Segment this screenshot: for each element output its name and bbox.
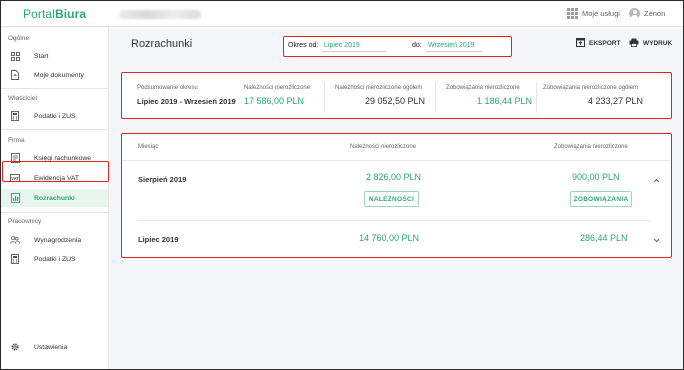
user-menu[interactable]: Zenon	[629, 8, 665, 19]
summary-receivables: Należności nierozliczone 17 586,00 PLN	[244, 85, 310, 106]
active-item-highlight	[2, 161, 109, 182]
app-logo[interactable]: PortalBiura	[23, 7, 86, 21]
summary-receivables-total-value: 29 052,50 PLN	[364, 96, 425, 106]
sidebar-item-start[interactable]: Start	[1, 47, 108, 65]
summary-liabilities-total-value: 4 233,27 PLN	[587, 96, 643, 106]
print-label: WYDRUK	[643, 40, 673, 47]
sidebar-divider	[1, 129, 108, 130]
export-icon	[576, 38, 585, 49]
row-month: Sierpień 2019	[138, 175, 187, 184]
sidebar-item-label: Moje dokumenty	[34, 71, 84, 79]
table-header-divider	[122, 160, 670, 161]
print-icon	[629, 38, 639, 49]
summary-liabilities: Zobowiązania nierozliczone 1 186,44 PLN	[446, 85, 532, 106]
export-label: EKSPORT	[589, 40, 621, 47]
period-to-select[interactable]: Wrzesień 2019	[428, 42, 475, 49]
calculator-icon	[10, 111, 20, 121]
summary-liabilities-total-title: Zobowiązania nierozliczone ogółem	[543, 85, 639, 91]
page-title: Rozrachunki	[131, 38, 193, 50]
sidebar-item-label: Rozrachunki	[34, 194, 75, 202]
summary-period: Podsumowanie okresu Lipiec 2019 - Wrzesi…	[137, 85, 236, 106]
chevron-up-icon[interactable]	[652, 176, 660, 184]
people-icon	[10, 235, 20, 245]
home-icon	[10, 51, 20, 61]
my-services-button[interactable]: Moje usługi	[567, 8, 620, 19]
period-from-underline	[322, 51, 386, 52]
summary-receivables-value: 17 586,00 PLN	[244, 96, 305, 106]
sidebar-item-label: Podatki i ZUS	[34, 112, 76, 120]
column-header-liabilities: Zobowiązania nierozliczone	[554, 144, 628, 150]
summary-receivables-total: Należności nierozliczone ogółem 29 052,5…	[335, 85, 425, 106]
column-header-receivables: Należności nierozliczone	[350, 144, 417, 150]
sidebar: Ogólne Start Moje dokumenty Właściciel P…	[1, 28, 109, 369]
sidebar-item-my-documents[interactable]: Moje dokumenty	[1, 66, 108, 84]
summary-liabilities-value: 1 186,44 PLN	[476, 96, 532, 106]
period-from-label: Okres od:	[288, 42, 319, 49]
sidebar-item-label: Start	[34, 52, 49, 60]
sidebar-section-owner: Właściciel	[8, 95, 37, 102]
summary-receivables-title: Należności nierozliczone	[244, 85, 311, 91]
summary-divider	[324, 82, 325, 113]
period-to-label: do:	[412, 42, 422, 49]
period-to-underline	[426, 51, 482, 52]
sidebar-item-owner-taxes[interactable]: Podatki i ZUS	[1, 107, 108, 125]
summary-divider	[536, 82, 537, 113]
logo-text-portal: Portal	[23, 7, 55, 21]
summary-divider	[435, 82, 436, 113]
column-header-month: Miesiąc	[138, 144, 159, 150]
row-receivables-value: 2 826,00 PLN	[366, 172, 422, 182]
logo-text-biura: Biura	[54, 7, 87, 21]
calculator-icon	[10, 254, 20, 264]
user-name: Zenon	[644, 9, 666, 18]
sidebar-item-settlements[interactable]: Rozrachunki	[1, 189, 108, 207]
print-button[interactable]: WYDRUK	[629, 38, 672, 49]
liabilities-button[interactable]: ZOBOWIĄZANIA	[570, 191, 632, 207]
my-services-label: Moje usługi	[582, 9, 620, 18]
period-summary-card: Podsumowanie okresu Lipiec 2019 - Wrzesi…	[121, 72, 672, 119]
row-month: Lipiec 2019	[138, 235, 179, 244]
app-window: PortalBiura Moje usługi Zenon Ogólne Sta…	[0, 0, 684, 370]
row-divider	[138, 220, 651, 221]
apps-grid-icon	[567, 8, 578, 19]
sidebar-item-employee-taxes[interactable]: Podatki i ZUS	[1, 250, 108, 268]
monthly-settlements-table: Miesiąc Należności nierozliczone Zobowią…	[121, 133, 672, 258]
sidebar-item-label: Wynagrodzenia	[34, 236, 82, 244]
document-icon	[10, 70, 20, 80]
sidebar-item-label: Ustawienia	[34, 343, 68, 351]
sidebar-divider	[1, 212, 108, 213]
summary-period-caption: Podsumowanie okresu	[137, 85, 198, 91]
summary-liabilities-title: Zobowiązania nierozliczone	[446, 85, 520, 91]
row-liabilities-value: 286,44 PLN	[580, 233, 628, 243]
period-filter: Okres od: Lipiec 2019 do: Wrzesień 2019	[283, 36, 512, 57]
period-from-select[interactable]: Lipiec 2019	[324, 42, 360, 49]
row-receivables-value: 14 760,00 PLN	[359, 233, 420, 243]
row-liabilities-value: 900,00 PLN	[572, 172, 620, 182]
sidebar-item-salaries[interactable]: Wynagrodzenia	[1, 231, 108, 249]
summary-liabilities-total: Zobowiązania nierozliczone ogółem 4 233,…	[543, 85, 643, 106]
chart-icon	[10, 193, 20, 203]
sidebar-divider	[1, 88, 108, 89]
sidebar-section-employees: Pracownicy	[8, 218, 42, 225]
sidebar-item-settings[interactable]: Ustawienia	[1, 338, 108, 356]
sidebar-section-company: Firma	[8, 137, 25, 144]
gear-icon	[10, 342, 20, 352]
top-bar: PortalBiura Moje usługi Zenon	[1, 1, 683, 27]
summary-receivables-total-title: Należności nierozliczone ogółem	[335, 85, 423, 91]
sidebar-item-label: Podatki i ZUS	[34, 255, 76, 263]
avatar	[629, 8, 640, 19]
receivables-button[interactable]: NALEŻNOŚCI	[364, 191, 419, 207]
export-button[interactable]: EKSPORT	[576, 38, 620, 49]
chevron-down-icon[interactable]	[652, 236, 660, 244]
summary-period-value: Lipiec 2019 - Wrzesień 2019	[137, 97, 236, 106]
sidebar-section-general: Ogólne	[8, 35, 29, 42]
company-name-blurred	[119, 10, 201, 19]
